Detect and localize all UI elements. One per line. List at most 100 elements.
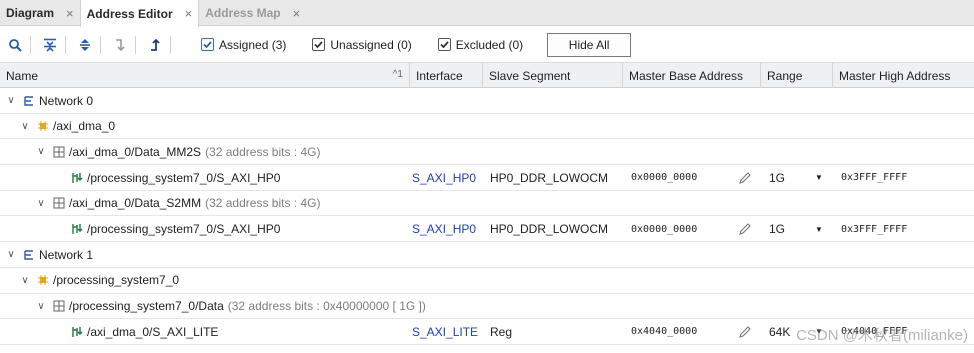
unassigned-checkbox[interactable]: Unassigned (0) xyxy=(312,37,412,52)
interface-link[interactable]: S_AXI_HP0 xyxy=(412,165,476,190)
interface-link[interactable]: S_AXI_HP0 xyxy=(412,217,476,242)
chevron-down-icon[interactable]: ∨ xyxy=(36,301,46,312)
row-name-cell: /axi_dma_0/S_AXI_LITE xyxy=(70,319,218,344)
tree-row[interactable]: ∨ /axi_dma_0/Data_S2MM (32 address bits … xyxy=(0,191,974,217)
hide-all-button[interactable]: Hide All xyxy=(547,32,632,57)
master-base-address-value[interactable]: 0x0000_0000 xyxy=(631,217,697,242)
column-name[interactable]: Name ^1 xyxy=(0,63,410,88)
tree-row[interactable]: ∨ Network 1 xyxy=(0,242,974,268)
row-name-cell: ∨ /axi_dma_0/Data_MM2S (32 address bits … xyxy=(36,139,320,164)
master-base-address-value[interactable]: 0x0000_0000 xyxy=(631,165,697,190)
ip-block-icon xyxy=(36,120,49,133)
expand-all-icon[interactable] xyxy=(74,34,96,56)
table-row[interactable]: /processing_system7_0/S_AXI_HP0 S_AXI_HP… xyxy=(0,217,974,243)
range-value[interactable]: 1G xyxy=(769,165,785,190)
column-header-label: Name xyxy=(6,68,39,83)
chevron-down-icon[interactable]: ∨ xyxy=(36,146,46,157)
toolbar-divider xyxy=(170,35,171,54)
excluded-label: Excluded (0) xyxy=(455,37,524,52)
row-name: /processing_system7_0 xyxy=(53,273,180,288)
address-bits-note: (32 address bits : 4G) xyxy=(205,144,321,159)
tree-row[interactable]: ∨ /axi_dma_0 xyxy=(0,114,974,140)
dropdown-arrow-icon[interactable]: ▼ xyxy=(815,165,823,190)
chevron-down-icon[interactable]: ∨ xyxy=(6,95,16,106)
assigned-checkbox[interactable]: Assigned (3) xyxy=(201,38,286,52)
toolbar: Assigned (3) Unassigned (0) Excluded (0)… xyxy=(0,27,974,63)
assigned-label: Assigned (3) xyxy=(219,37,287,52)
tab-label: Diagram xyxy=(6,6,55,20)
row-name-cell: ∨ /processing_system7_0 xyxy=(20,268,179,293)
assign-icon[interactable] xyxy=(109,34,131,56)
slave-segment-icon xyxy=(70,325,83,338)
row-name: /processing_system7_0/Data xyxy=(69,299,224,314)
row-name: /axi_dma_0 xyxy=(53,119,116,134)
row-name-cell: /processing_system7_0/S_AXI_HP0 xyxy=(70,165,280,190)
tree-row[interactable]: ∨ /processing_system7_0 xyxy=(0,268,974,294)
column-range[interactable]: Range xyxy=(761,63,833,88)
master-high-address-value: 0x3FFF_FFFF xyxy=(841,172,908,184)
row-name-cell: ∨ /processing_system7_0/Data (32 address… xyxy=(36,294,426,319)
row-name-cell: ∨ Network 0 xyxy=(6,88,93,113)
dropdown-arrow-icon[interactable]: ▼ xyxy=(815,217,823,242)
tab-diagram[interactable]: Diagram × xyxy=(0,0,80,26)
row-name-cell: ∨ /axi_dma_0/Data_S2MM (32 address bits … xyxy=(36,191,320,216)
column-master-high-address[interactable]: Master High Address xyxy=(833,63,974,88)
row-name-cell: ∨ Network 1 xyxy=(6,242,93,267)
column-interface[interactable]: Interface xyxy=(410,63,483,88)
slave-segment-icon xyxy=(70,171,83,184)
chevron-down-icon[interactable]: ∨ xyxy=(20,275,30,286)
auto-assign-icon[interactable] xyxy=(144,34,166,56)
address-bits-note: (32 address bits : 4G) xyxy=(205,196,321,211)
close-icon[interactable]: × xyxy=(293,6,301,21)
master-base-address-value[interactable]: 0x4040_0000 xyxy=(631,319,697,344)
row-name: /axi_dma_0/Data_MM2S xyxy=(69,144,202,159)
tree-row[interactable]: ∨ /axi_dma_0/Data_MM2S (32 address bits … xyxy=(0,139,974,166)
row-name: /processing_system7_0/S_AXI_HP0 xyxy=(87,222,281,236)
tab-address-editor[interactable]: Address Editor × xyxy=(79,0,200,27)
pencil-icon[interactable] xyxy=(738,165,752,190)
search-icon[interactable] xyxy=(4,34,26,56)
slave-segment-value: HP0_DDR_LOWOCM xyxy=(490,222,609,236)
address-space-icon xyxy=(52,197,65,210)
address-bits-note: (32 address bits : 0x40000000 [ 1G ]) xyxy=(227,299,426,314)
checkbox-checked-icon xyxy=(201,38,214,51)
unassigned-label: Unassigned (0) xyxy=(330,37,412,52)
network-icon xyxy=(22,248,35,261)
pencil-icon[interactable] xyxy=(738,319,752,344)
row-name-cell: ∨ /axi_dma_0 xyxy=(20,114,115,139)
sort-ascending-icon: ^1 xyxy=(392,69,403,80)
chevron-down-icon[interactable]: ∨ xyxy=(36,198,46,209)
table-row[interactable]: /processing_system7_0/S_AXI_HP0 S_AXI_HP… xyxy=(0,165,974,191)
range-value[interactable]: 1G xyxy=(769,217,785,242)
chevron-down-icon[interactable]: ∨ xyxy=(6,249,16,260)
tree-row[interactable]: ∨ Network 0 xyxy=(0,88,974,114)
network-icon xyxy=(22,94,35,107)
toolbar-divider xyxy=(30,35,31,54)
range-value[interactable]: 64K xyxy=(769,319,790,344)
tab-label: Address Editor xyxy=(86,6,173,21)
checkbox-checked-icon xyxy=(437,38,451,51)
row-name-cell: /processing_system7_0/S_AXI_HP0 xyxy=(70,217,280,242)
slave-segment-value: Reg xyxy=(490,324,513,339)
checkbox-checked-icon xyxy=(312,38,326,51)
slave-segment-value: HP0_DDR_LOWOCM xyxy=(490,170,609,185)
row-name: /processing_system7_0/S_AXI_HP0 xyxy=(87,170,281,185)
interface-link[interactable]: S_AXI_LITE xyxy=(412,319,478,344)
close-icon[interactable]: × xyxy=(66,6,74,21)
row-name: /axi_dma_0/Data_S2MM xyxy=(69,196,202,211)
watermark: CSDN @木秋者(milianke) xyxy=(796,327,968,344)
tab-address-map[interactable]: Address Map × xyxy=(199,0,306,26)
editor-tab-bar: Diagram × Address Editor × Address Map × xyxy=(0,0,974,27)
pencil-icon[interactable] xyxy=(738,217,752,242)
close-icon[interactable]: × xyxy=(185,6,193,21)
column-master-base-address[interactable]: Master Base Address xyxy=(623,63,761,88)
toolbar-divider xyxy=(100,35,101,54)
column-slave-segment[interactable]: Slave Segment xyxy=(483,63,623,88)
tab-label: Address Map xyxy=(205,6,281,20)
row-name: Network 0 xyxy=(39,93,94,108)
chevron-down-icon[interactable]: ∨ xyxy=(20,121,30,132)
collapse-all-icon[interactable] xyxy=(39,34,61,56)
address-space-icon xyxy=(52,300,65,313)
tree-row[interactable]: ∨ /processing_system7_0/Data (32 address… xyxy=(0,294,974,320)
excluded-checkbox[interactable]: Excluded (0) xyxy=(437,37,524,52)
